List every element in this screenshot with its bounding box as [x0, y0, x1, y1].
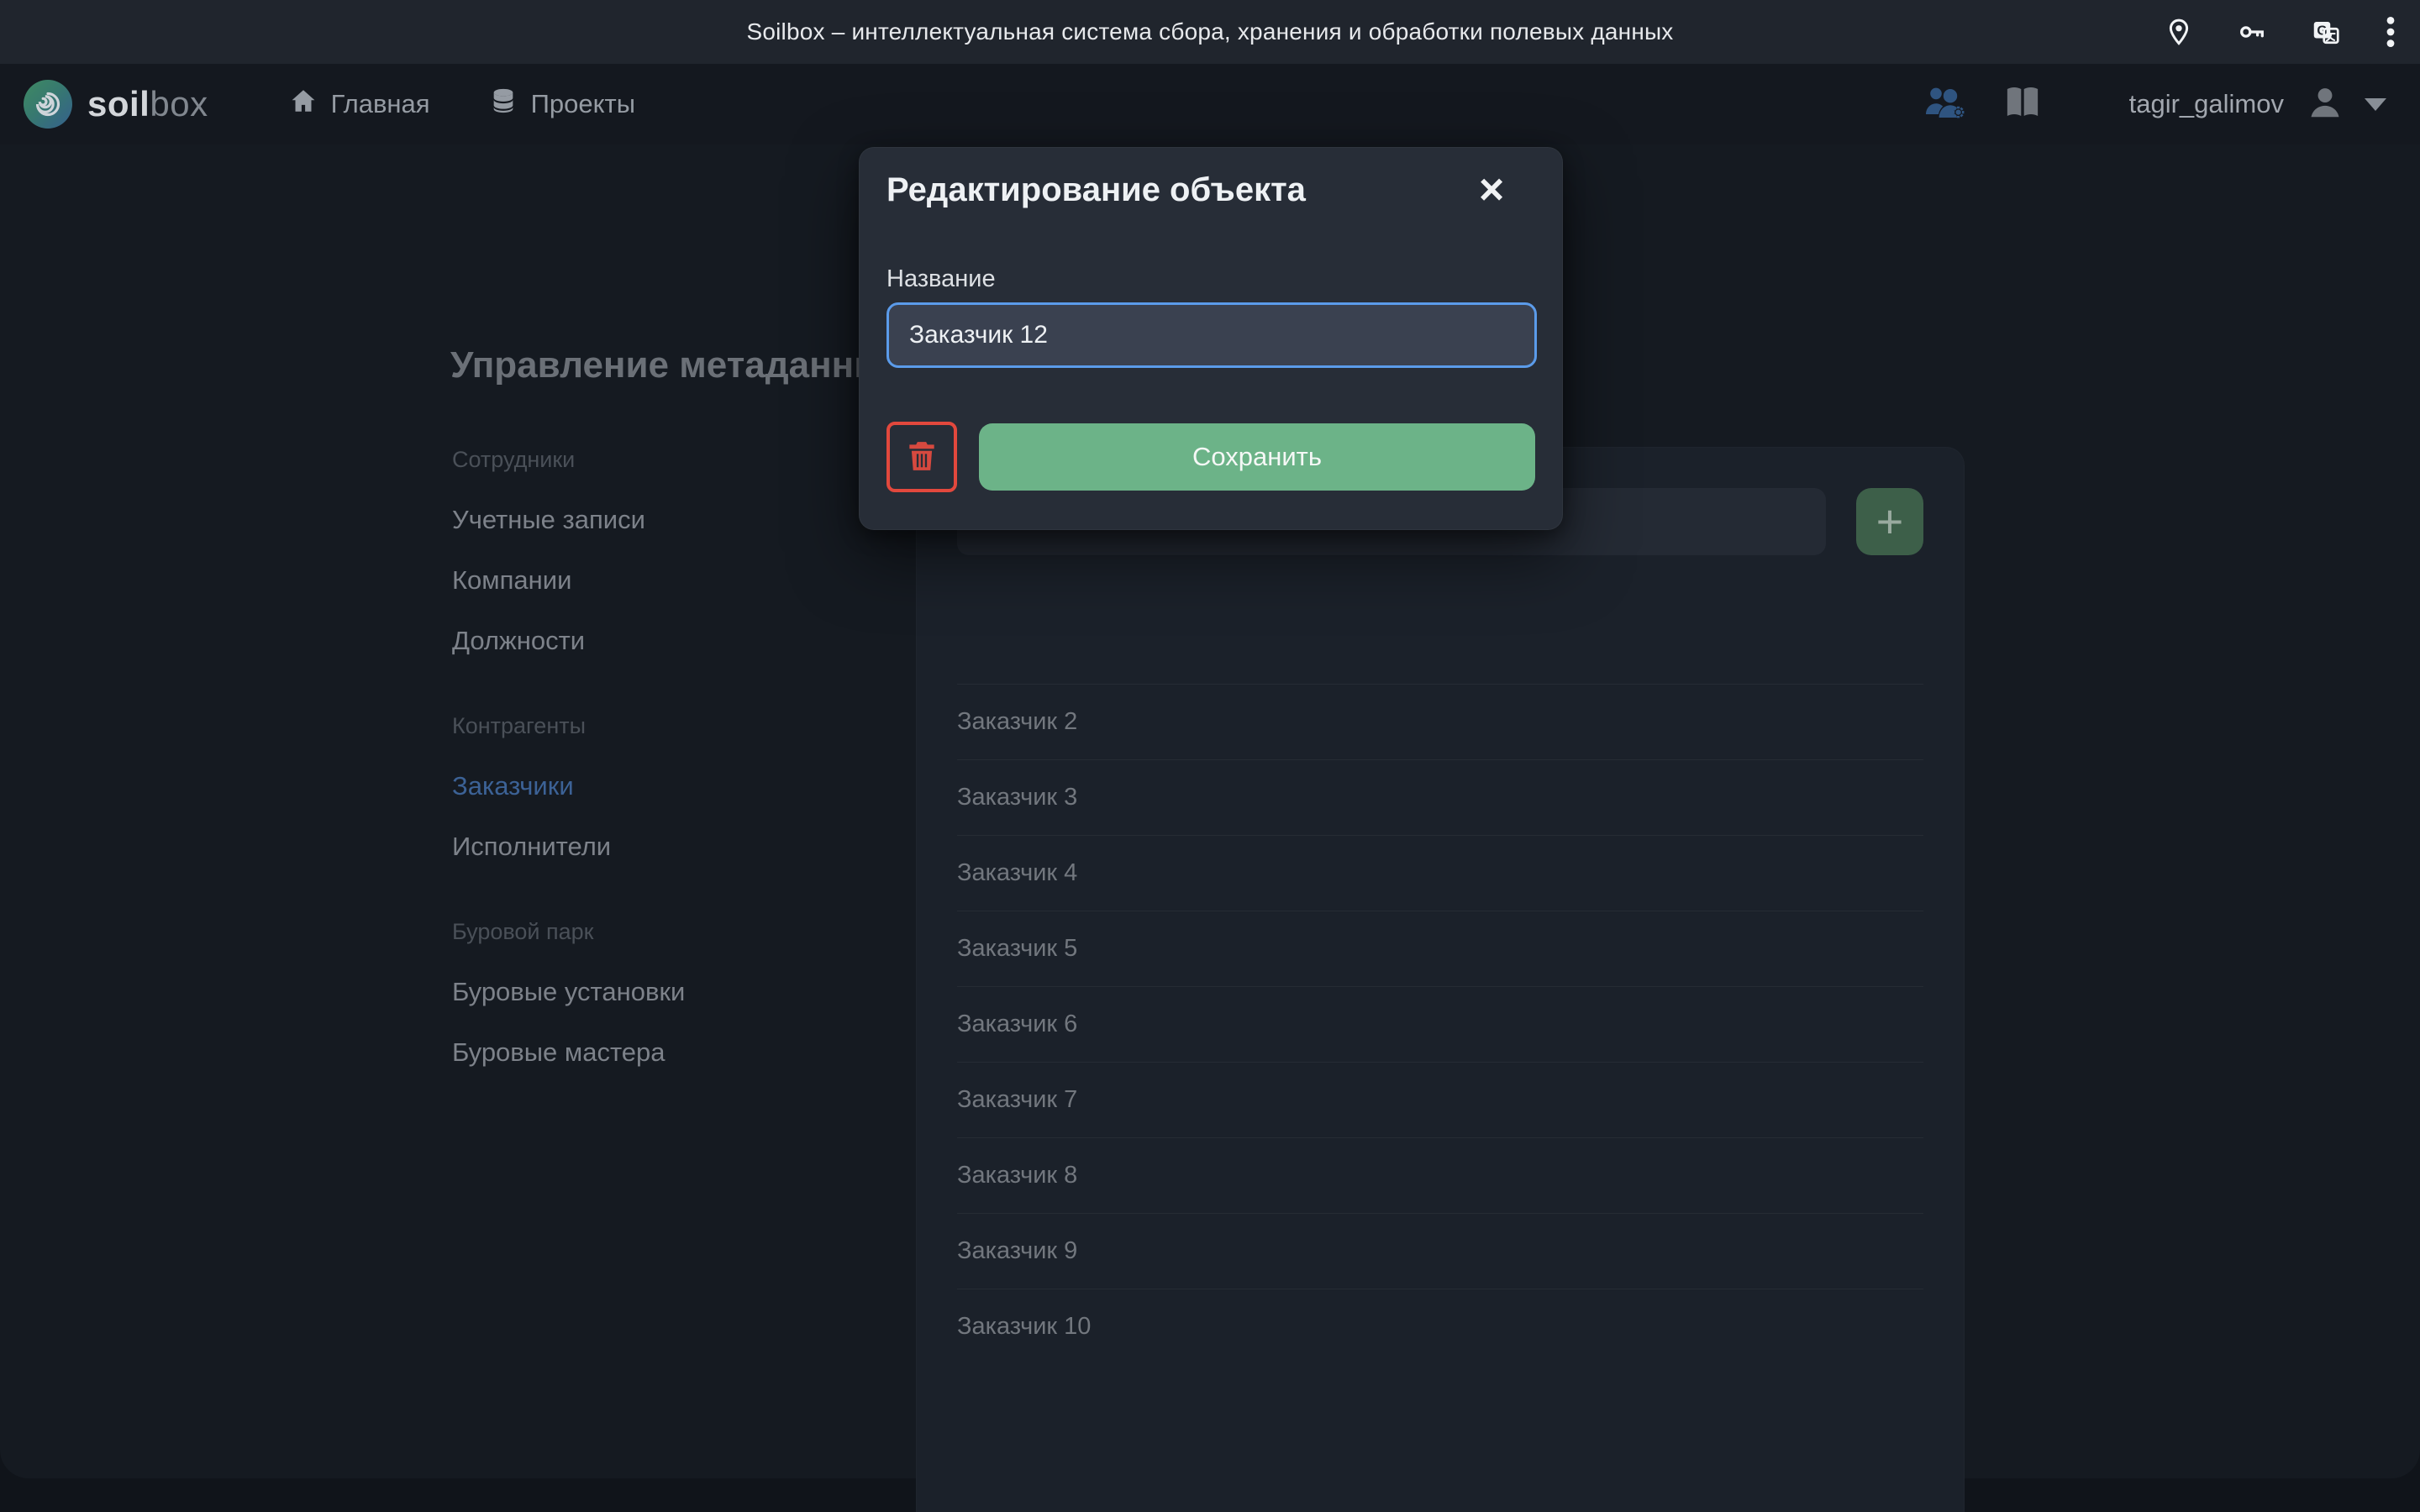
list-item[interactable]: Заказчик 3: [957, 759, 1923, 835]
delete-button[interactable]: [886, 422, 957, 492]
users-settings-icon[interactable]: [1924, 83, 1968, 126]
list-item[interactable]: Заказчик 8: [957, 1137, 1923, 1213]
customer-list: Заказчик 2Заказчик 3Заказчик 4Заказчик 5…: [957, 684, 1923, 1364]
list-item[interactable]: Заказчик 7: [957, 1062, 1923, 1137]
sidebar-item[interactable]: Исполнители: [452, 816, 855, 877]
trash-icon: [903, 438, 940, 477]
app-nav-bar: soilbox Главная Проекты tagir_galimov: [0, 64, 2420, 144]
customers-panel: + Заказчик 2Заказчик 3Заказчик 4Заказчик…: [916, 447, 1965, 1512]
sidebar-group-gap: [452, 671, 855, 696]
sidebar-item[interactable]: Заказчики: [452, 756, 855, 816]
home-icon: [289, 87, 318, 122]
sidebar-item[interactable]: Должности: [452, 611, 855, 671]
chevron-down-icon[interactable]: [2365, 98, 2386, 111]
nav-item-home[interactable]: Главная: [289, 87, 430, 122]
sidebar: СотрудникиУчетные записиКомпанииДолжност…: [452, 429, 855, 1107]
add-customer-button[interactable]: +: [1856, 488, 1923, 555]
modal-title: Редактирование объекта: [886, 171, 1306, 209]
browser-chrome-bar: Soilbox – интеллектуальная система сбора…: [0, 0, 2420, 64]
username-label: tagir_galimov: [2129, 89, 2284, 119]
sidebar-group-gap: [452, 877, 855, 901]
svg-text:G: G: [2317, 24, 2327, 39]
list-item[interactable]: Заказчик 5: [957, 911, 1923, 986]
nav-item-projects[interactable]: Проекты: [489, 87, 635, 122]
database-icon: [489, 87, 518, 122]
edit-object-modal: Редактирование объекта × Название Сохран…: [859, 147, 1563, 530]
soilbox-logo-text: soilbox: [87, 84, 208, 124]
list-item[interactable]: Заказчик 4: [957, 835, 1923, 911]
nav-item-label: Проекты: [531, 89, 635, 119]
screen: Soilbox – интеллектуальная система сбора…: [0, 0, 2420, 1512]
book-icon[interactable]: [2003, 85, 2042, 124]
sidebar-group-gap: [452, 1083, 855, 1107]
list-item[interactable]: Заказчик 9: [957, 1213, 1923, 1289]
sidebar-item[interactable]: Учетные записи: [452, 490, 855, 550]
save-button[interactable]: Сохранить: [979, 423, 1535, 491]
soilbox-logo[interactable]: soilbox: [24, 80, 208, 129]
sidebar-section-header: Буровой парк: [452, 901, 855, 962]
nav-item-label: Главная: [331, 89, 430, 119]
sidebar-item[interactable]: Буровые установки: [452, 962, 855, 1022]
list-item[interactable]: Заказчик 2: [957, 684, 1923, 759]
soilbox-logo-icon: [24, 80, 72, 129]
list-item[interactable]: Заказчик 6: [957, 986, 1923, 1062]
sidebar-item[interactable]: Буровые мастера: [452, 1022, 855, 1083]
kebab-menu-icon[interactable]: [2385, 15, 2396, 49]
translate-icon[interactable]: G: [2311, 17, 2341, 47]
sidebar-section-header: Сотрудники: [452, 429, 855, 490]
close-icon[interactable]: ×: [1465, 163, 1518, 217]
list-item[interactable]: Заказчик 10: [957, 1289, 1923, 1364]
sidebar-item[interactable]: Компании: [452, 550, 855, 611]
sidebar-section-header: Контрагенты: [452, 696, 855, 756]
location-icon[interactable]: [2165, 18, 2193, 46]
key-icon[interactable]: [2237, 17, 2267, 47]
user-avatar-icon[interactable]: [2306, 83, 2344, 126]
window-title: Soilbox – интеллектуальная система сбора…: [0, 18, 2420, 45]
name-field-label: Название: [886, 265, 996, 293]
name-field[interactable]: [886, 302, 1537, 368]
